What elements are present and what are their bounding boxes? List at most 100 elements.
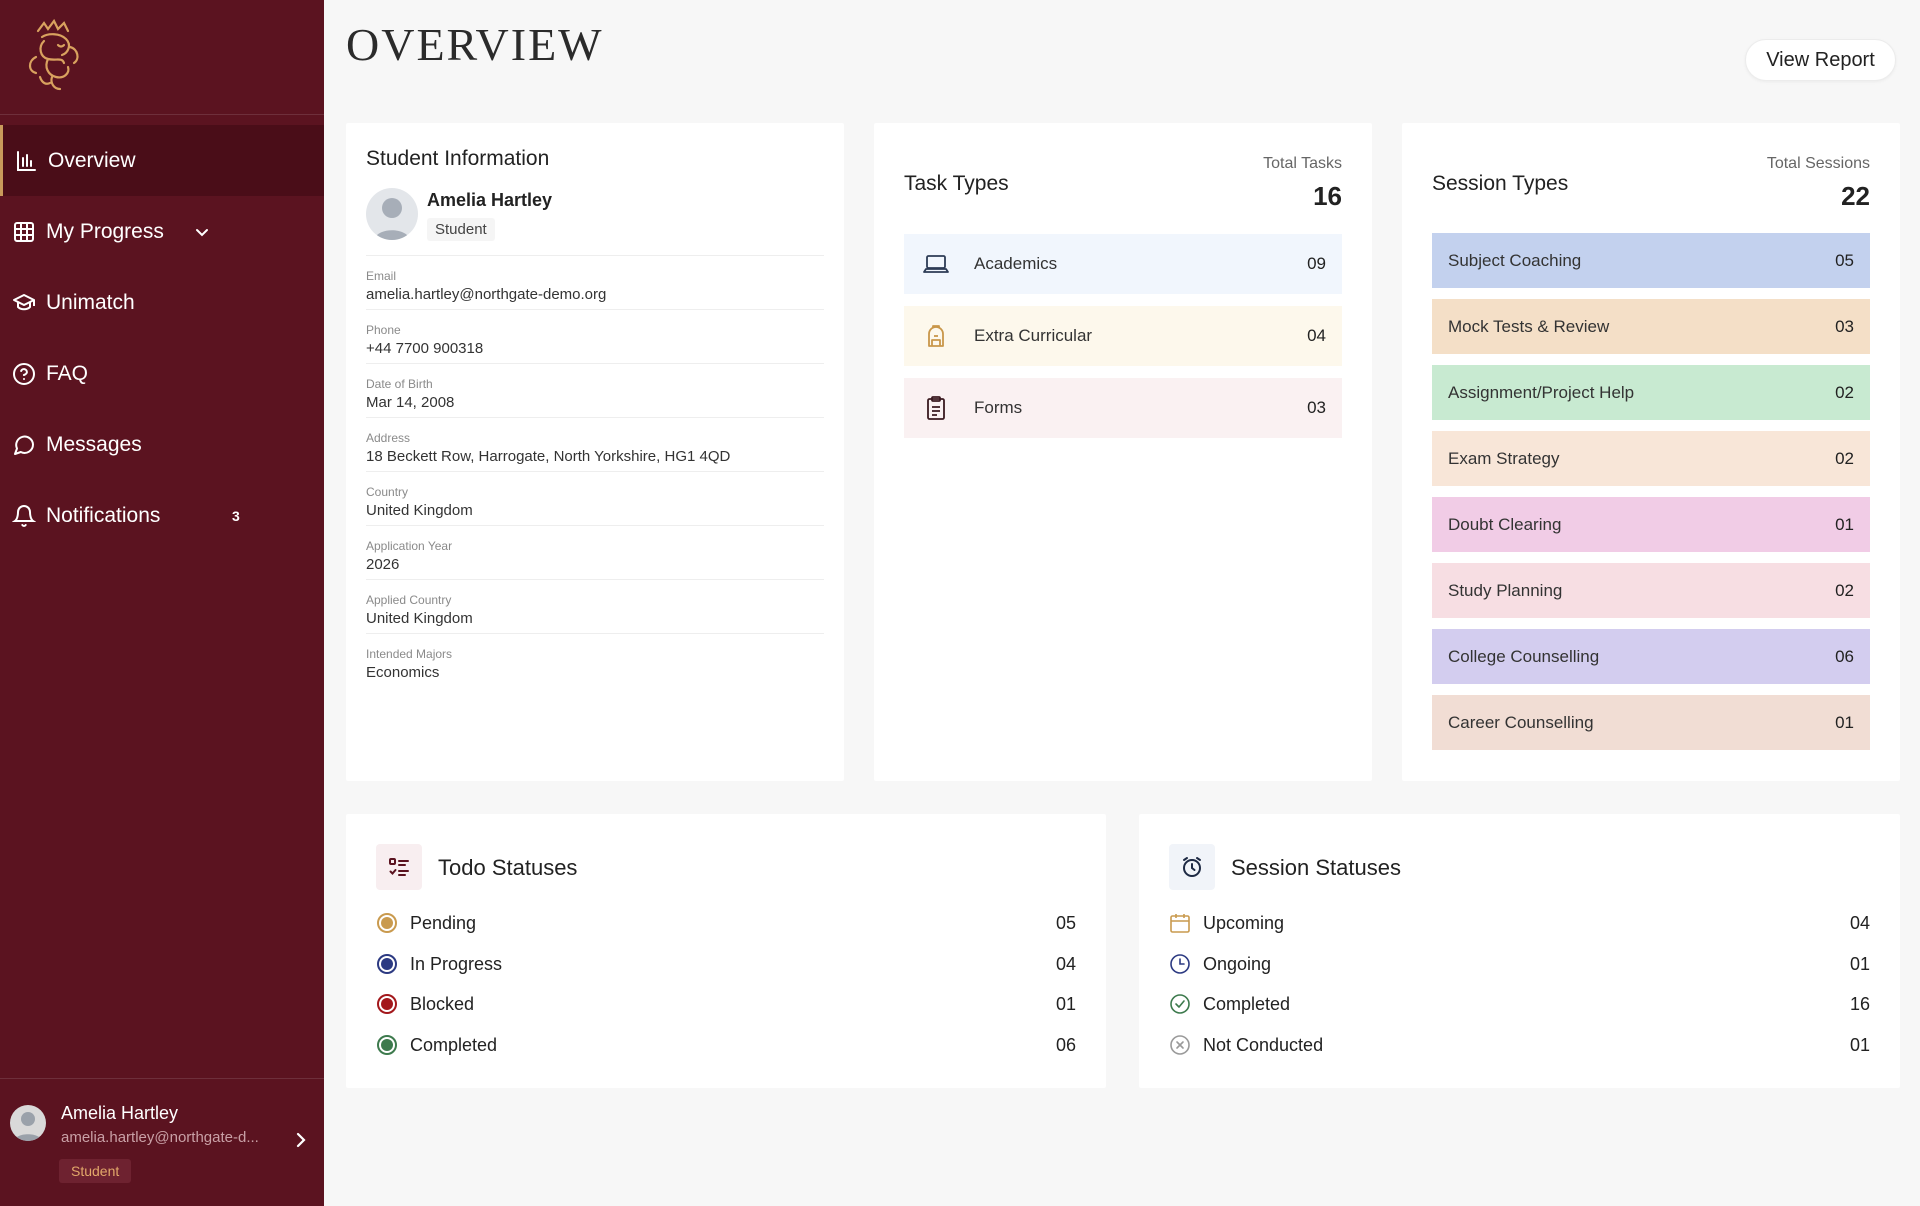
session-type-college-counselling[interactable]: College Counselling 06 <box>1432 629 1870 684</box>
calendar-icon <box>1170 914 1190 933</box>
bar-chart-icon <box>14 149 38 173</box>
total-sessions-value: 22 <box>1841 181 1870 211</box>
status-label: Upcoming <box>1203 912 1285 933</box>
session-status-completed: Completed <box>1169 989 1290 1019</box>
status-count: 06 <box>1055 1035 1076 1055</box>
session-type-count: 01 <box>1835 514 1854 534</box>
avatar <box>10 1105 46 1141</box>
graduation-cap-icon <box>12 291 36 315</box>
task-type-count: 09 <box>1307 254 1326 273</box>
view-report-button[interactable]: View Report <box>1745 39 1896 81</box>
session-type-label: Exam Strategy <box>1448 448 1560 468</box>
sidebar-item-overview[interactable]: Overview <box>0 125 324 196</box>
student-name: Amelia Hartley <box>427 190 553 210</box>
field-value: Economics <box>366 664 440 681</box>
help-circle-icon <box>12 362 36 386</box>
total-tasks-label: Total Tasks <box>1263 155 1342 172</box>
sidebar-item-notifications[interactable]: Notifications 3 <box>0 480 324 551</box>
sidebar-item-label: My Progress <box>46 219 164 243</box>
card-title: Todo Statuses <box>438 855 578 880</box>
user-email: amelia.hartley@northgate-d... <box>61 1129 259 1146</box>
student-role-badge: Student <box>427 218 495 241</box>
sidebar-item-label: Overview <box>48 148 136 172</box>
session-status-ongoing: Ongoing <box>1169 949 1271 979</box>
laptop-icon <box>922 250 950 278</box>
card-title: Session Types <box>1432 172 1569 195</box>
page-title: OVERVIEW <box>346 19 604 70</box>
field-value: Mar 14, 2008 <box>366 394 455 411</box>
task-type-forms[interactable]: Forms 03 <box>904 378 1342 438</box>
task-type-label: Forms <box>974 398 1023 417</box>
session-type-assignment-help[interactable]: Assignment/Project Help 02 <box>1432 365 1870 420</box>
field-phone: Phone +44 7700 900318 <box>366 309 824 363</box>
field-intended-majors: Intended Majors Economics <box>366 633 824 687</box>
chevron-right-icon[interactable] <box>292 1131 310 1149</box>
session-type-study-planning[interactable]: Study Planning 02 <box>1432 563 1870 618</box>
sidebar-item-unimatch[interactable]: Unimatch <box>0 267 324 338</box>
field-address: Address 18 Beckett Row, Harrogate, North… <box>366 417 824 471</box>
total-sessions-label: Total Sessions <box>1766 155 1870 172</box>
field-value: +44 7700 900318 <box>366 340 484 357</box>
session-type-count: 02 <box>1835 382 1854 402</box>
sidebar-item-my-progress[interactable]: My Progress <box>0 196 324 267</box>
session-type-count: 02 <box>1835 448 1854 468</box>
todo-status-blocked: Blocked <box>376 989 474 1019</box>
pending-status-dot-icon <box>377 913 397 933</box>
session-type-exam-strategy[interactable]: Exam Strategy 02 <box>1432 431 1870 486</box>
status-count: 01 <box>1849 1035 1870 1055</box>
status-count: 05 <box>1055 913 1076 933</box>
user-name: Amelia Hartley <box>61 1103 179 1123</box>
sidebar-item-label: Unimatch <box>46 290 135 314</box>
field-email: Email amelia.hartley@northgate-demo.org <box>366 255 824 309</box>
field-value: United Kingdom <box>366 502 473 519</box>
session-statuses-card: Session Statuses Upcoming 04 Ongoing 01 … <box>1139 814 1900 1088</box>
in-progress-status-dot-icon <box>377 954 397 974</box>
card-title: Task Types <box>904 172 1009 195</box>
lion-crest-logo <box>28 18 79 91</box>
sidebar-item-messages[interactable]: Messages <box>0 409 324 480</box>
sidebar-item-faq[interactable]: FAQ <box>0 338 324 409</box>
field-date-of-birth: Date of Birth Mar 14, 2008 <box>366 363 824 417</box>
todo-status-pending: Pending <box>376 908 476 938</box>
field-value: amelia.hartley@northgate-demo.org <box>366 286 607 303</box>
session-type-label: College Counselling <box>1448 646 1600 666</box>
avatar <box>366 188 418 240</box>
notification-count-badge: 3 <box>232 507 240 524</box>
status-count: 16 <box>1849 994 1870 1014</box>
session-types-card: Session Types Total Sessions 22 Subject … <box>1402 123 1900 781</box>
sidebar-item-label: Notifications <box>46 503 161 527</box>
field-label: Intended Majors <box>366 647 453 661</box>
blocked-status-dot-icon <box>377 994 397 1014</box>
backpack-icon <box>922 322 950 350</box>
session-type-mock-tests[interactable]: Mock Tests & Review 03 <box>1432 299 1870 354</box>
session-type-count: 02 <box>1835 580 1854 600</box>
session-type-label: Study Planning <box>1448 580 1563 600</box>
field-value: United Kingdom <box>366 610 473 627</box>
session-type-career-counselling[interactable]: Career Counselling 01 <box>1432 695 1870 750</box>
status-count: 01 <box>1055 994 1076 1014</box>
sidebar-user-card[interactable]: Amelia Hartley amelia.hartley@northgate-… <box>0 1078 324 1206</box>
task-type-academics[interactable]: Academics 09 <box>904 234 1342 294</box>
status-count: 04 <box>1055 954 1076 974</box>
session-type-doubt-clearing[interactable]: Doubt Clearing 01 <box>1432 497 1870 552</box>
status-count: 04 <box>1849 913 1870 933</box>
student-fields: Email amelia.hartley@northgate-demo.org … <box>366 255 824 687</box>
task-types-card: Task Types Total Tasks 16 Academics 09 E… <box>874 123 1372 781</box>
status-label: Ongoing <box>1203 953 1272 974</box>
session-type-label: Career Counselling <box>1448 712 1594 732</box>
task-type-label: Extra Curricular <box>974 326 1093 345</box>
todo-status-completed: Completed <box>376 1030 497 1060</box>
student-information-card: Student Information Amelia Hartley Stude… <box>346 123 844 781</box>
clipboard-icon <box>922 394 950 422</box>
field-country: Country United Kingdom <box>366 471 824 525</box>
card-title: Student Information <box>366 147 550 170</box>
chevron-down-icon[interactable] <box>194 224 210 240</box>
todo-list-icon <box>376 844 422 890</box>
field-label: Email <box>366 269 397 283</box>
logo-area <box>0 0 324 115</box>
session-type-subject-coaching[interactable]: Subject Coaching 05 <box>1432 233 1870 288</box>
session-type-label: Doubt Clearing <box>1448 514 1562 534</box>
session-status-upcoming: Upcoming <box>1169 908 1284 938</box>
task-type-extra-curricular[interactable]: Extra Curricular 04 <box>904 306 1342 366</box>
sidebar: Overview My Progress Unimatch FAQ Messag… <box>0 0 324 1206</box>
